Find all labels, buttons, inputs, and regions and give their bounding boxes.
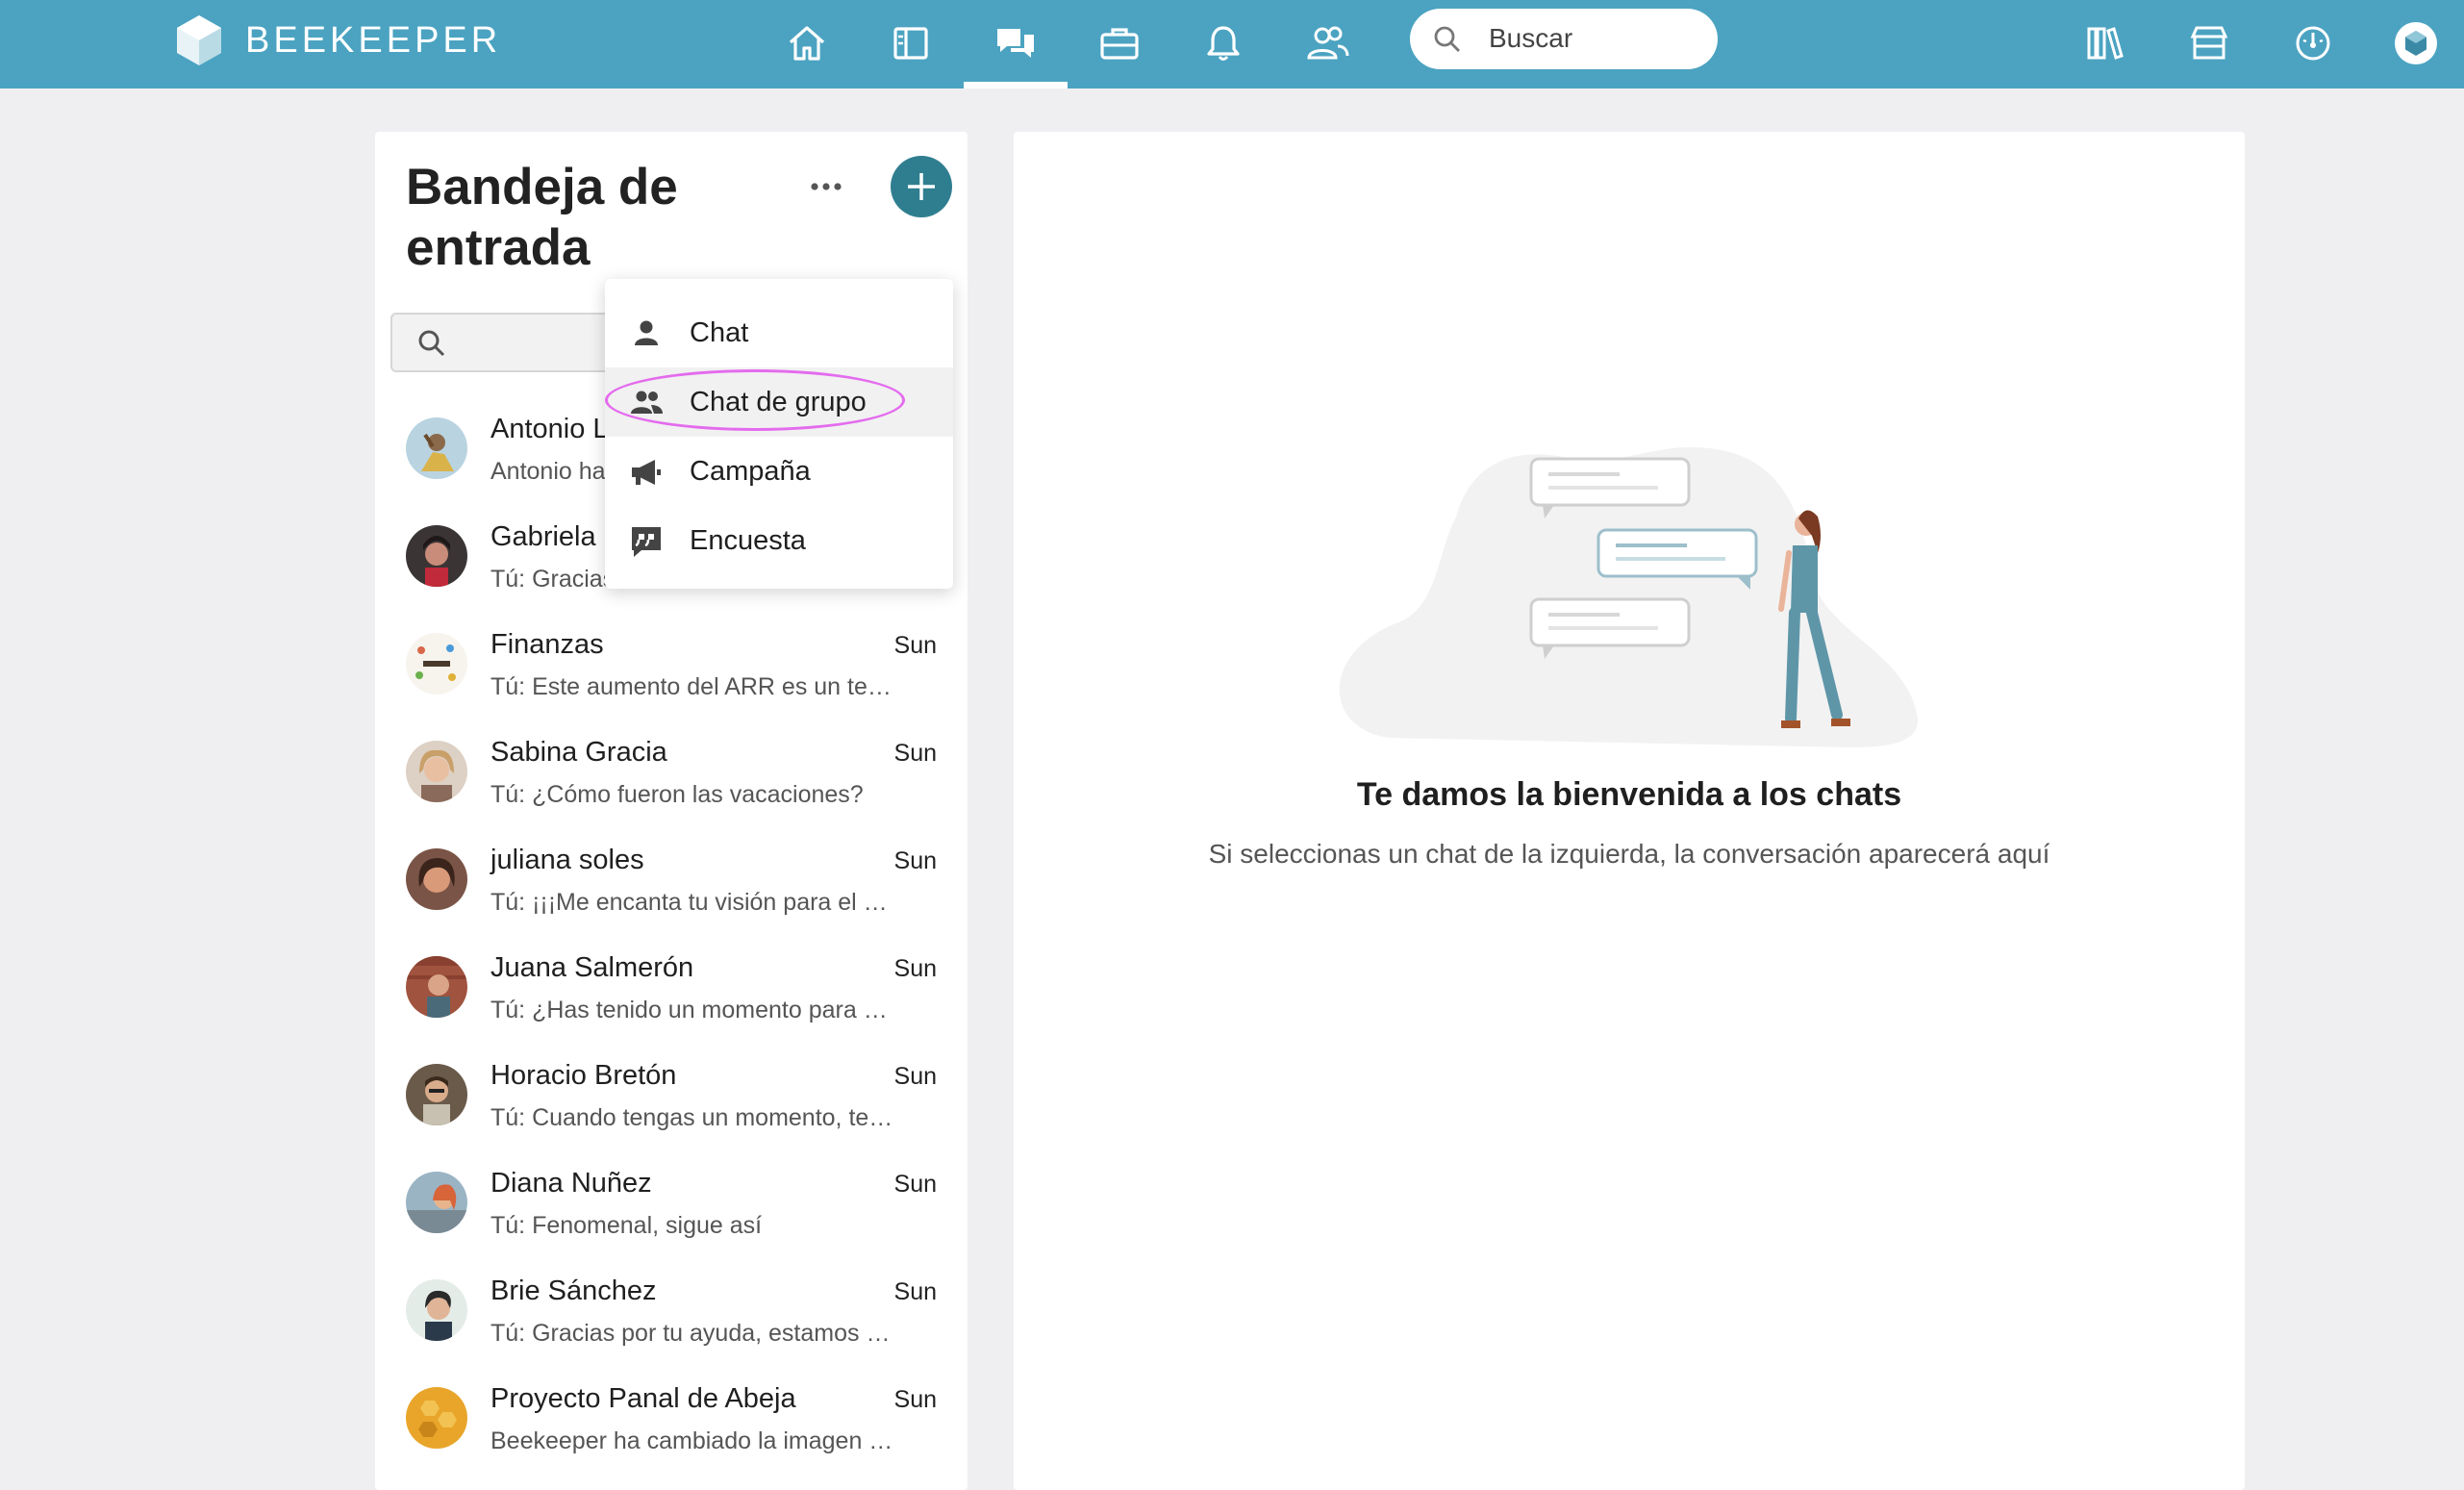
chat-list-item[interactable]: Sabina Gracia Sun Tú: ¿Cómo fueron las v…	[375, 718, 968, 825]
chat-preview: Tú: Gracias por tu ayuda, estamos e…	[490, 1320, 894, 1347]
avatar	[406, 1279, 467, 1341]
chat-preview: Tú: ¿Has tenido un momento para …	[490, 997, 888, 1023]
chat-list-item[interactable]: Proyecto Panal de Abeja Sun Beekeeper ha…	[375, 1364, 968, 1472]
welcome-subtitle: Si seleccionas un chat de la izquierda, …	[1208, 839, 2050, 869]
chat-preview: Tú: Fenomenal, sigue así	[490, 1212, 763, 1239]
profile-icon[interactable]	[2392, 19, 2440, 67]
chat-list-item[interactable]: juliana soles Sun Tú: ¡¡¡Me encanta tu v…	[375, 825, 968, 933]
menu-item-label: Chat	[690, 317, 749, 348]
new-chat-menu: Chat Chat de grupo Campaña Encuesta	[605, 279, 953, 589]
tools-icon[interactable]	[1095, 19, 1144, 67]
chat-name: Gabriela S	[490, 521, 623, 552]
chat-time: Sun	[893, 1386, 937, 1413]
avatar	[406, 417, 467, 479]
chat-list-item[interactable]: Diana Nuñez Sun Tú: Fenomenal, sigue así	[375, 1149, 968, 1256]
chat-name: Brie Sánchez	[490, 1275, 657, 1306]
search-placeholder: Buscar	[1489, 23, 1573, 53]
library-icon[interactable]	[2081, 19, 2129, 67]
megaphone-icon	[628, 454, 665, 491]
beekeeper-logo-icon[interactable]	[175, 13, 223, 67]
avatar	[406, 848, 467, 910]
menu-item-chat[interactable]: Chat	[605, 298, 953, 367]
store-icon[interactable]	[2185, 19, 2233, 67]
chat-preview: Tú: ¡¡¡Me encanta tu visión para el pr…	[490, 889, 894, 916]
menu-item-survey[interactable]: Encuesta	[605, 506, 953, 575]
chat-list-item[interactable]: Horacio Bretón Sun Tú: Cuando tengas un …	[375, 1041, 968, 1149]
chat-time: Sun	[893, 632, 937, 659]
menu-item-label: Campaña	[690, 456, 811, 487]
chat-name: Antonio L	[490, 414, 609, 444]
chat-name: Diana Nuñez	[490, 1168, 652, 1199]
person-icon	[628, 316, 665, 352]
highlight-annotation	[605, 369, 905, 431]
top-navigation-bar: BEEKEEPER Buscar	[0, 0, 2464, 88]
menu-item-campaign[interactable]: Campaña	[605, 437, 953, 506]
chat-list-item[interactable]: Juana Salmerón Sun Tú: ¿Has tenido un mo…	[375, 933, 968, 1041]
chat-name: Finanzas	[490, 629, 604, 660]
chat-preview: Tú: Cuando tengas un momento, te…	[490, 1104, 893, 1131]
avatar	[406, 1064, 467, 1125]
quote-icon	[628, 523, 665, 560]
chat-name: Horacio Bretón	[490, 1060, 677, 1091]
chat-time: Sun	[893, 740, 937, 767]
global-search-input[interactable]: Buscar	[1410, 9, 1718, 69]
active-tab-indicator	[964, 82, 1068, 88]
avatar	[406, 1172, 467, 1233]
new-chat-button[interactable]	[891, 156, 952, 217]
chat-preview: Beekeeper ha cambiado la imagen …	[490, 1427, 893, 1454]
chat-illustration	[1339, 446, 1919, 747]
chat-list-item[interactable]: Brie Sánchez Sun Tú: Gracias por tu ayud…	[375, 1256, 968, 1364]
avatar	[406, 525, 467, 587]
avatar	[406, 741, 467, 802]
search-icon	[1434, 26, 1460, 52]
streams-icon[interactable]	[887, 19, 935, 67]
avatar	[406, 633, 467, 694]
plus-icon	[908, 173, 935, 200]
chat-time: Sun	[893, 955, 937, 982]
chat-time: Sun	[893, 847, 937, 874]
home-icon[interactable]	[783, 19, 831, 67]
chat-time: Sun	[893, 1171, 937, 1198]
avatar	[406, 956, 467, 1018]
more-options-button[interactable]	[802, 172, 850, 201]
welcome-title: Te damos la bienvenida a los chats	[1356, 776, 1902, 813]
conversation-panel: Te damos la bienvenida a los chats Si se…	[1014, 132, 2245, 1490]
chat-time: Sun	[893, 1063, 937, 1090]
avatar	[406, 1387, 467, 1449]
chat-preview: Tú: ¿Cómo fueron las vacaciones?	[490, 781, 864, 808]
chat-name: Sabina Gracia	[490, 737, 667, 768]
people-icon[interactable]	[1303, 19, 1351, 67]
dashboard-icon[interactable]	[2289, 19, 2337, 67]
inbox-title: Bandeja de entrada	[406, 159, 678, 276]
search-icon	[418, 330, 445, 357]
chats-icon[interactable]	[992, 19, 1040, 67]
chat-list-item[interactable]: Finanzas Sun Tú: Este aumento del ARR es…	[375, 610, 968, 718]
notifications-icon[interactable]	[1199, 19, 1247, 67]
chat-time: Sun	[893, 1278, 937, 1305]
chat-name: Proyecto Panal de Abeja	[490, 1383, 796, 1414]
brand-name: BEEKEEPER	[245, 20, 502, 61]
chat-name: juliana soles	[490, 845, 644, 875]
chat-name: Juana Salmerón	[490, 952, 694, 983]
chat-preview: Tú: Este aumento del ARR es un testi…	[490, 673, 894, 700]
menu-item-label: Encuesta	[690, 525, 806, 556]
